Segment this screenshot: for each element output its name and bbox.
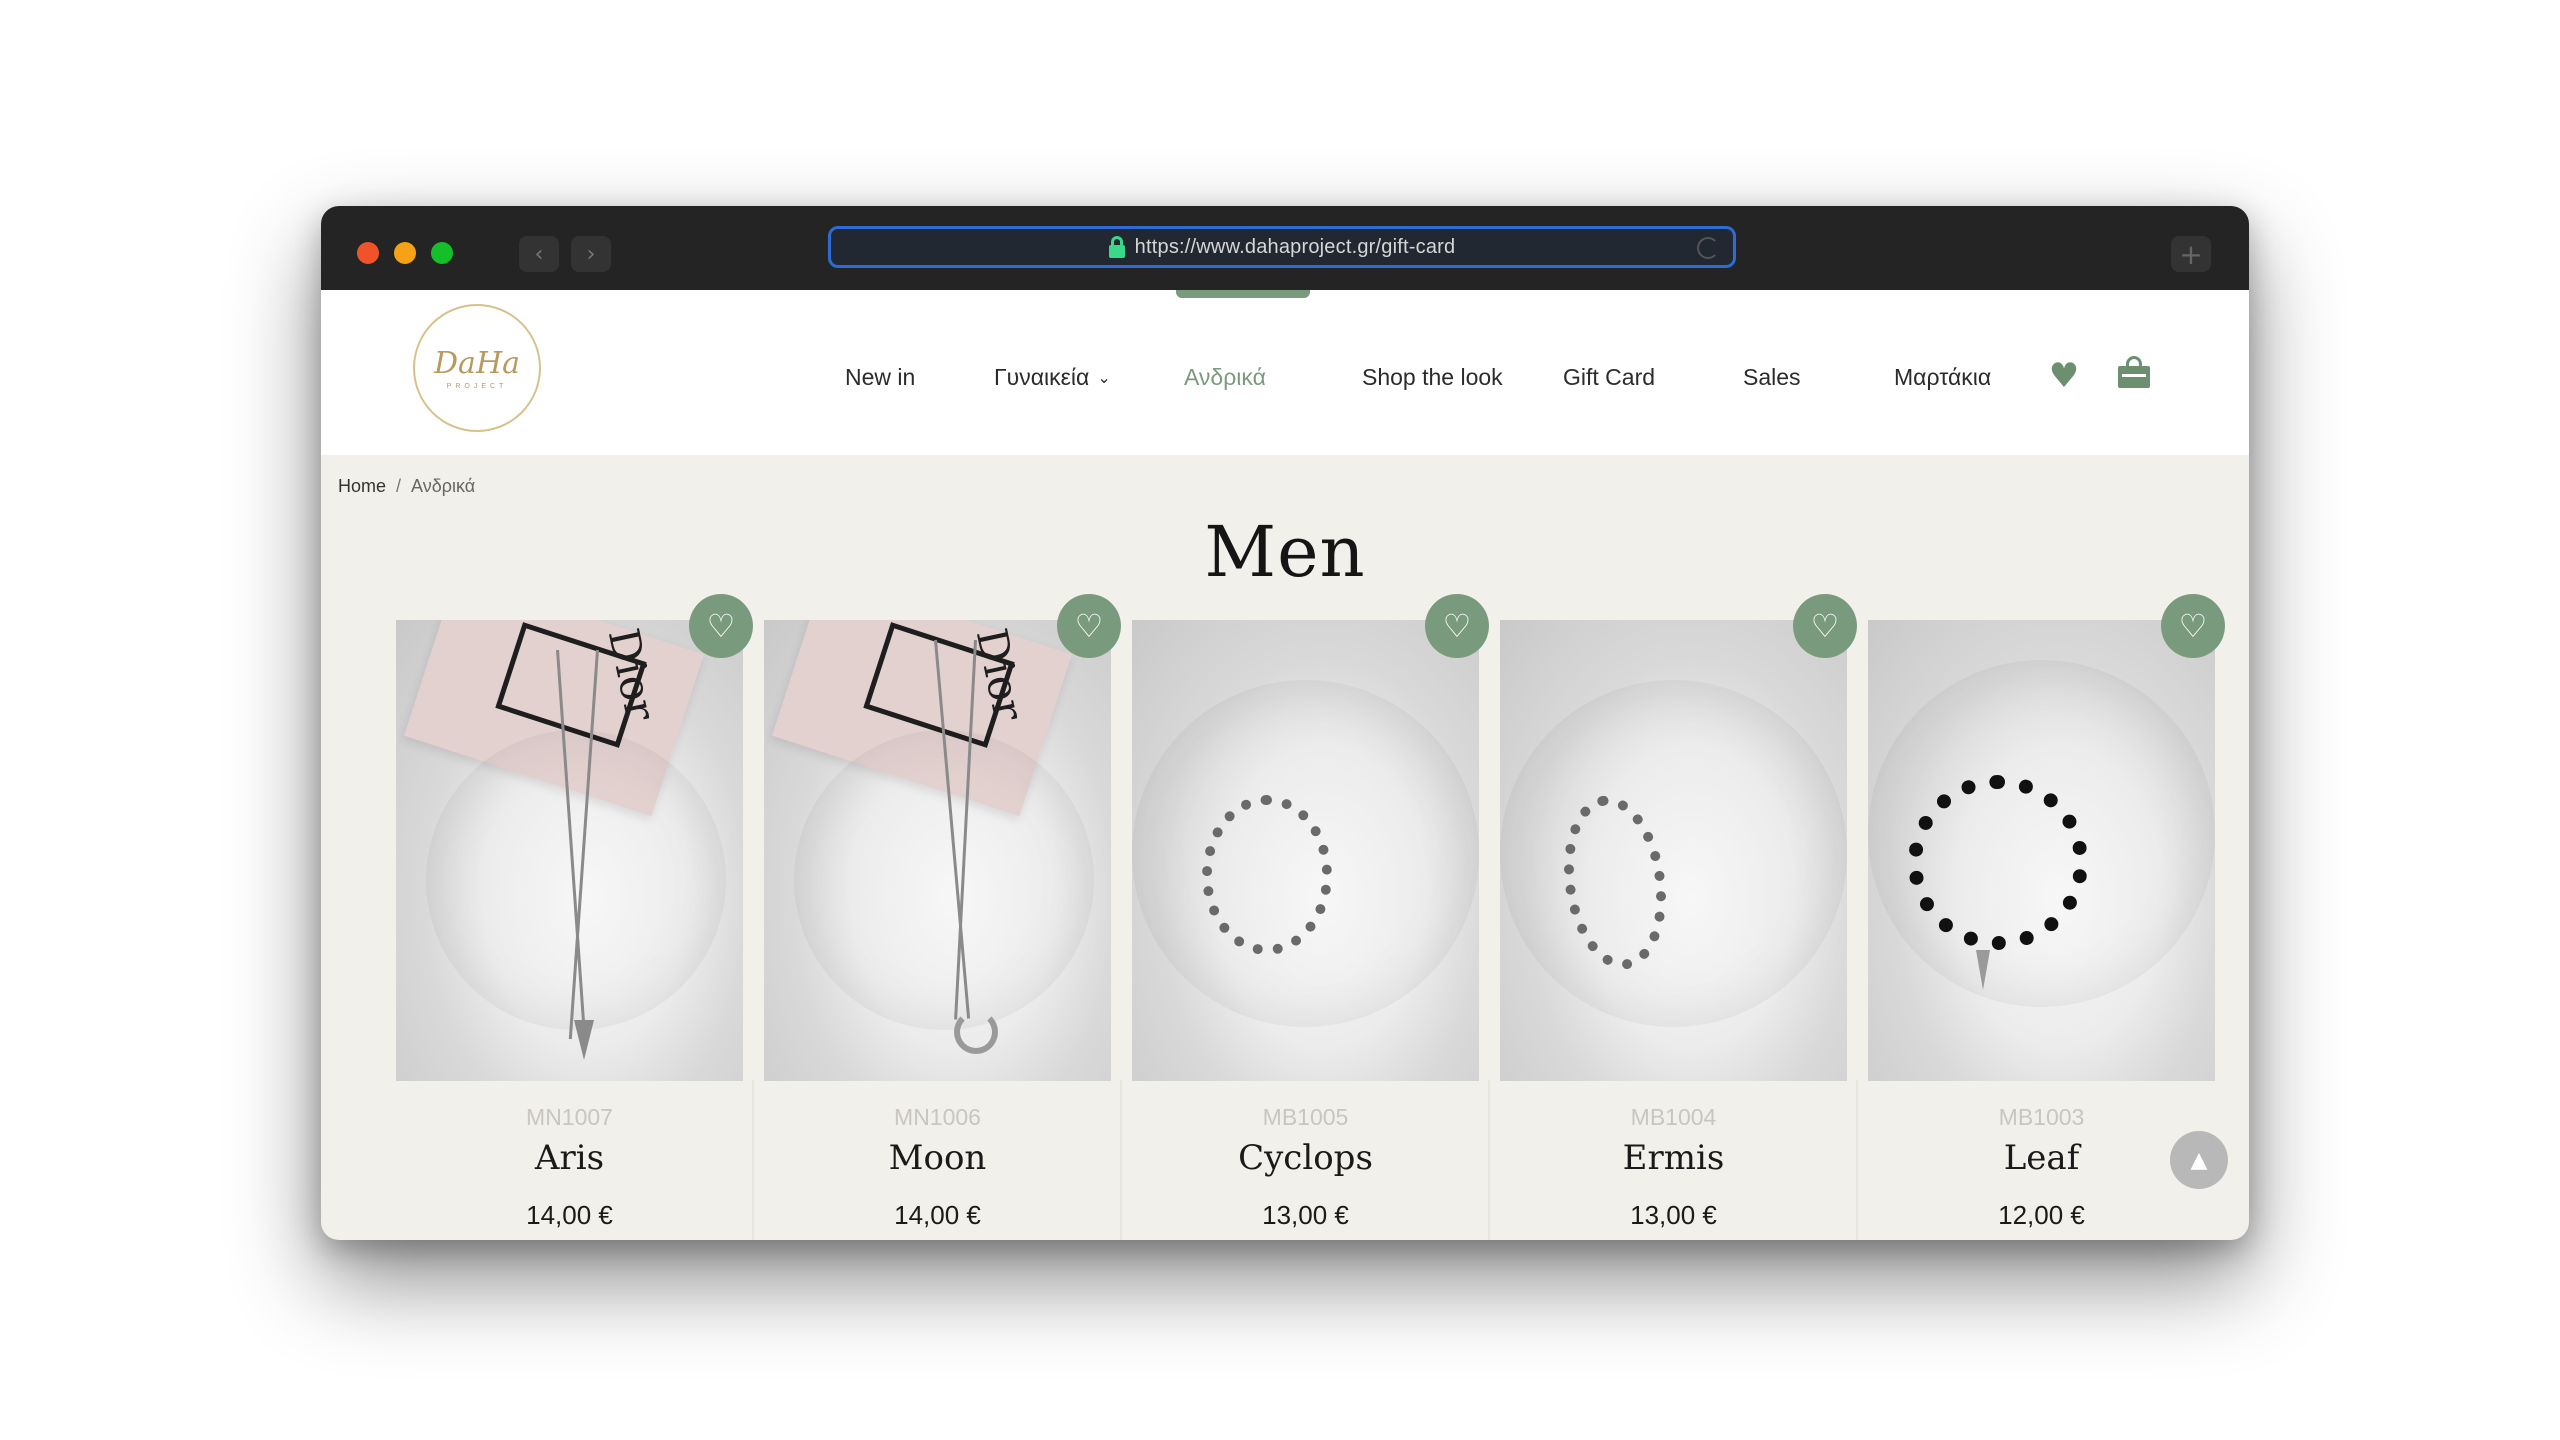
heart-outline-icon: ♡	[1074, 607, 1104, 645]
maximize-window-button[interactable]	[431, 242, 453, 264]
product-image[interactable]: Dior	[764, 620, 1111, 1081]
chevron-right-icon: ›	[586, 241, 596, 267]
wishlist-button[interactable]: ♡	[1425, 594, 1489, 658]
heart-outline-icon: ♡	[1442, 607, 1472, 645]
page-title: Men	[1204, 511, 1366, 593]
heart-outline-icon: ♡	[1810, 607, 1840, 645]
product-name[interactable]: Leaf	[1868, 1138, 2215, 1178]
nav-item-sales[interactable]: Sales	[1743, 364, 1801, 391]
wishlist-heart-icon[interactable]: ♥	[2045, 358, 2083, 394]
nav-item-gift-card[interactable]: Gift Card	[1563, 364, 1655, 391]
wishlist-button[interactable]: ♡	[2161, 594, 2225, 658]
forward-button[interactable]: ›	[571, 236, 611, 272]
wishlist-button[interactable]: ♡	[1793, 594, 1857, 658]
wishlist-button[interactable]: ♡	[689, 594, 753, 658]
nav-item-martakia[interactable]: Μαρτάκια	[1894, 364, 1991, 391]
new-tab-button[interactable]: +	[2171, 236, 2211, 272]
site-header: DaHa PROJECT New in Γυναικεία ⌄ Ανδρικά S…	[321, 290, 2249, 455]
product-card[interactable]: ♡ MB1003 Leaf 12,00 €	[1868, 594, 2225, 1240]
reload-icon[interactable]	[1697, 237, 1719, 259]
back-button[interactable]: ‹	[519, 236, 559, 272]
product-price: 12,00 €	[1998, 1200, 2085, 1230]
product-price: 13,00 €	[1262, 1200, 1349, 1230]
scroll-to-top-button[interactable]: ▲	[2170, 1131, 2228, 1189]
chevron-down-icon: ⌄	[1097, 370, 1111, 387]
browser-titlebar: ‹ › https://www.dahaproject.gr/gift-card…	[321, 206, 2249, 290]
breadcrumb: Home / Ανδρικά	[338, 476, 475, 497]
product-grid: Dior ♡ MN1007 Aris 14,00 € Dior ♡ MN1006…	[321, 594, 2249, 1240]
product-price: 14,00 €	[526, 1200, 613, 1230]
breadcrumb-current: Ανδρικά	[411, 476, 476, 496]
product-image[interactable]: Dior	[396, 620, 743, 1081]
nav-item-shop-the-look[interactable]: Shop the look	[1362, 364, 1503, 391]
chevron-up-icon: ▲	[2190, 1147, 2208, 1173]
product-name[interactable]: Ermis	[1500, 1138, 1847, 1178]
address-bar[interactable]: https://www.dahaproject.gr/gift-card	[828, 226, 1736, 268]
product-card[interactable]: ♡ MB1004 Ermis 13,00 €	[1500, 594, 1857, 1240]
product-price: 13,00 €	[1630, 1200, 1717, 1230]
product-image[interactable]	[1868, 620, 2215, 1081]
card-divider	[1120, 1080, 1122, 1240]
chevron-left-icon: ‹	[534, 241, 544, 267]
product-sku: MN1006	[894, 1104, 981, 1130]
nav-item-new-in[interactable]: New in	[845, 364, 915, 391]
product-sku: MN1007	[526, 1104, 613, 1130]
nav-item-women-label: Γυναικεία	[994, 364, 1090, 390]
nav-item-men[interactable]: Ανδρικά	[1184, 364, 1266, 391]
product-image[interactable]	[1132, 620, 1479, 1081]
card-divider	[752, 1080, 754, 1240]
url-text: https://www.dahaproject.gr/gift-card	[1134, 235, 1456, 258]
product-card[interactable]: Dior ♡ MN1007 Aris 14,00 €	[396, 594, 753, 1240]
heart-outline-icon: ♡	[2178, 607, 2208, 645]
card-divider	[1488, 1080, 1490, 1240]
product-price: 14,00 €	[894, 1200, 981, 1230]
active-nav-indicator	[1176, 290, 1310, 298]
browser-window: ‹ › https://www.dahaproject.gr/gift-card…	[321, 206, 2249, 1240]
product-name[interactable]: Cyclops	[1132, 1138, 1479, 1178]
wishlist-button[interactable]: ♡	[1057, 594, 1121, 658]
product-card[interactable]: Dior ♡ MN1006 Moon 14,00 €	[764, 594, 1121, 1240]
breadcrumb-home[interactable]: Home	[338, 476, 386, 496]
product-sku: MB1004	[1630, 1104, 1717, 1130]
product-name[interactable]: Moon	[764, 1138, 1111, 1178]
shopping-bag-icon[interactable]	[2118, 356, 2150, 390]
heart-outline-icon: ♡	[706, 607, 736, 645]
close-window-button[interactable]	[357, 242, 379, 264]
card-divider	[1856, 1080, 1858, 1240]
main-nav: New in Γυναικεία ⌄ Ανδρικά Shop the look …	[321, 364, 2249, 394]
product-card[interactable]: ♡ MB1005 Cyclops 13,00 €	[1132, 594, 1489, 1240]
breadcrumb-separator: /	[396, 476, 402, 496]
product-sku: MB1003	[1998, 1104, 2085, 1130]
product-sku: MB1005	[1262, 1104, 1349, 1130]
product-image[interactable]	[1500, 620, 1847, 1081]
product-name[interactable]: Aris	[396, 1138, 743, 1178]
minimize-window-button[interactable]	[394, 242, 416, 264]
plus-icon: +	[2179, 237, 2203, 271]
lock-icon	[1108, 236, 1125, 258]
nav-item-women[interactable]: Γυναικεία ⌄	[994, 364, 1111, 391]
